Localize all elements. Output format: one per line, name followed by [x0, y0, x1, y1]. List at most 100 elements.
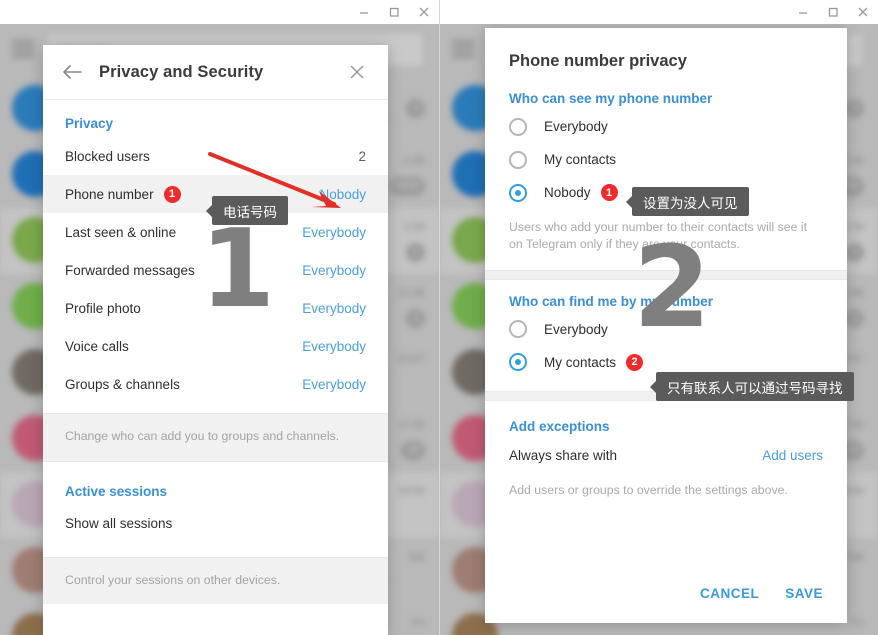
step-badge: 1 [600, 184, 618, 201]
chat-timestamp: 17:30 [397, 419, 425, 431]
chat-timestamp: Fri [851, 617, 864, 629]
app-screen: Search 3e...1:4954961:34221:06220:5717:3… [0, 0, 878, 635]
row-value: Everybody [302, 338, 366, 354]
sessions-section: Active sessions Show all sessions [43, 461, 388, 557]
radio-button[interactable] [509, 320, 527, 339]
show-all-sessions-label: Show all sessions [65, 516, 173, 532]
chat-timestamp: 1:49 [403, 155, 425, 167]
sessions-note: Control your sessions on other devices. [43, 556, 388, 605]
chat-timestamp: 1:34 [403, 221, 425, 233]
chat-timestamp: Sat [408, 551, 425, 563]
unread-badge: 3 [406, 99, 425, 118]
tooltip-set-nobody: 设置为没人可见 [632, 187, 749, 216]
left-window: Search 3e...1:4954961:34221:06220:5717:3… [0, 0, 439, 635]
dialog-footer: CANCEL SAVE [676, 586, 847, 601]
show-all-sessions-row[interactable]: Show all sessions [43, 505, 388, 543]
chat-meta: 21:06 2 [397, 283, 425, 340]
unread-badge: 5496 [388, 177, 425, 196]
step-number-watermark-1: 1 [200, 207, 276, 332]
cancel-button[interactable]: CANCEL [700, 586, 759, 601]
close-icon[interactable] [848, 0, 878, 24]
chat-timestamp: 20:57 [397, 353, 425, 365]
chat-timestamp: Fri [412, 617, 425, 629]
chat-meta: 1:49 5496 [388, 151, 425, 208]
chat-meta: Fri7 [845, 613, 864, 635]
tooltip-text: 只有联系人可以通过号码寻找 [667, 380, 843, 396]
dialog-header: Privacy and Security [43, 45, 388, 100]
privacy-row-groups-channels[interactable]: Groups & channels Everybody [43, 365, 388, 403]
option-label: My contacts [544, 152, 617, 167]
unread-badge: 2 [845, 243, 864, 262]
privacy-row-voice-calls[interactable]: Voice calls Everybody [43, 327, 388, 365]
see-option-everybody[interactable]: Everybody [485, 110, 847, 143]
who-can-see-label: Who can see my phone number [509, 91, 713, 106]
chat-timestamp: 16:54 [397, 485, 425, 497]
privacy-and-security-dialog: Privacy and Security Privacy Blocked use… [43, 45, 388, 635]
chat-meta: 16:54 [397, 481, 425, 538]
always-share-label: Always share with [509, 448, 618, 464]
row-value: Everybody [302, 300, 366, 316]
unread-badge: 2 [406, 243, 425, 262]
chat-meta: 1:34 2 [404, 217, 425, 274]
chat-meta: 17:30 18 [397, 415, 425, 472]
row-label: Forwarded messages [65, 262, 195, 278]
chat-timestamp: 21:06 [397, 287, 425, 299]
annotation-arrow-red [208, 152, 341, 208]
minimize-icon[interactable] [788, 0, 818, 24]
radio-button[interactable] [509, 183, 527, 202]
maximize-icon[interactable] [818, 0, 848, 24]
privacy-note: Change who can add you to groups and cha… [43, 413, 388, 462]
row-label: Phone number [65, 186, 154, 202]
row-value: Everybody [302, 224, 366, 240]
right-titlebar [440, 0, 878, 24]
right-window: 3e...1:4954961:34221:06220:5717:301816:5… [439, 0, 878, 635]
page-title: Privacy and Security [99, 62, 264, 81]
unread-badge: 2 [845, 309, 864, 328]
close-icon[interactable] [342, 57, 372, 87]
maximize-icon[interactable] [379, 0, 409, 24]
tooltip-text: 设置为没人可见 [643, 195, 738, 211]
active-sessions-label[interactable]: Active sessions [43, 474, 388, 505]
row-label: Groups & channels [65, 376, 180, 392]
always-share-row[interactable]: Always share with Add users [485, 438, 847, 474]
add-users-button[interactable]: Add users [762, 448, 823, 463]
row-label: Last seen & online [65, 224, 177, 240]
row-label: Profile photo [65, 300, 141, 316]
row-value: 2 [358, 148, 366, 164]
radio-button[interactable] [509, 353, 527, 372]
option-label: Everybody [544, 321, 608, 337]
close-icon[interactable] [409, 0, 439, 24]
option-label: Nobody [544, 185, 591, 200]
left-titlebar [0, 0, 439, 24]
step-badge: 2 [626, 353, 644, 371]
privacy-section-label: Privacy [65, 116, 114, 131]
hamburger-menu-icon[interactable] [12, 41, 34, 57]
save-button[interactable]: SAVE [785, 586, 823, 601]
row-label: Blocked users [65, 148, 150, 164]
chat-meta: Sat [408, 547, 425, 604]
option-label: Everybody [544, 119, 608, 134]
option-label: My contacts [544, 354, 617, 370]
chat-meta: Fri7 [406, 613, 425, 635]
radio-button[interactable] [509, 117, 527, 136]
row-value: Everybody [302, 262, 366, 278]
row-value: Everybody [302, 376, 366, 392]
radio-button[interactable] [509, 150, 527, 169]
unread-badge: 2 [406, 309, 425, 328]
add-exceptions-label[interactable]: Add exceptions [485, 401, 847, 438]
unread-badge: 18 [400, 441, 425, 460]
unread-badge: 3 [845, 99, 864, 118]
row-label: Voice calls [65, 338, 129, 354]
exceptions-note: Add users or groups to override the sett… [509, 482, 788, 497]
minimize-icon[interactable] [349, 0, 379, 24]
step-badge: 1 [163, 185, 181, 203]
step-number-watermark-2: 2 [633, 223, 711, 353]
back-arrow-icon[interactable] [57, 57, 87, 87]
chat-timestamp: Sat [847, 551, 864, 563]
chat-meta: 3 [845, 85, 864, 142]
tooltip-find-contacts: 只有联系人可以通过号码寻找 [656, 372, 854, 401]
see-option-my-contacts[interactable]: My contacts [485, 143, 847, 176]
chat-meta: 20:57 [397, 349, 425, 406]
hamburger-menu-icon[interactable] [452, 41, 474, 57]
dialog-title: Phone number privacy [509, 52, 687, 70]
